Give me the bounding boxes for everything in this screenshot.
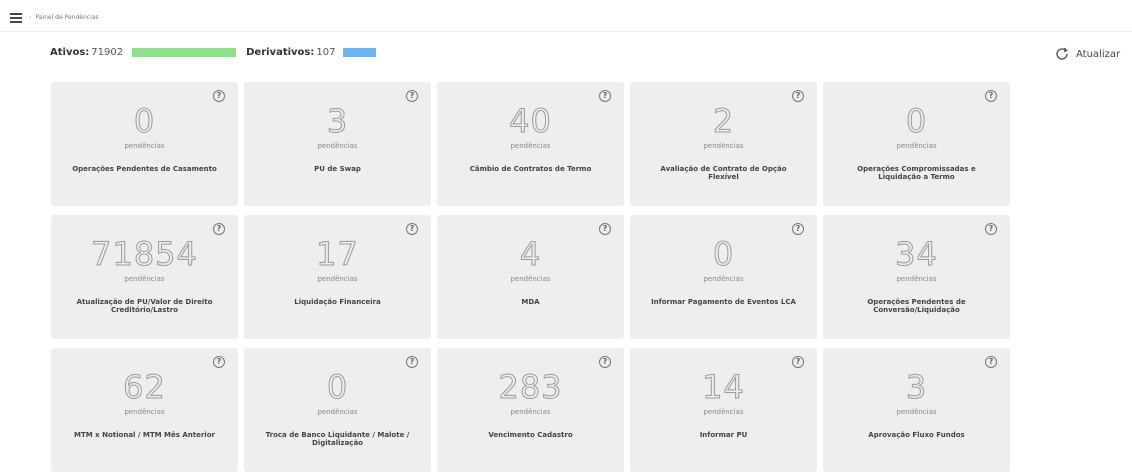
pending-card[interactable]: ? 0 pendências Troca de Banco Liquidante / … — [244, 348, 431, 472]
pending-card[interactable]: ? 14 pendências Informar PU — [630, 348, 817, 472]
refresh-icon — [1056, 47, 1068, 60]
pending-count: 0 — [326, 368, 349, 406]
pending-label: pendências — [510, 408, 551, 416]
refresh-label: Atualizar — [1076, 48, 1121, 60]
pending-label: pendências — [703, 275, 744, 283]
card-title: Avaliação de Contrato de Opção Flexível — [660, 165, 787, 181]
card-title: MDA — [521, 298, 540, 306]
pending-count: 71854 — [91, 235, 198, 273]
pending-label: pendências — [896, 142, 937, 150]
pending-count: 4 — [519, 235, 542, 273]
help-icon[interactable]: ? — [599, 90, 611, 102]
pending-label: pendências — [124, 408, 165, 416]
derivativos-label: Derivativos: — [246, 47, 315, 58]
pending-label: pendências — [317, 275, 358, 283]
pending-count: 0 — [133, 102, 156, 140]
pending-label: pendências — [703, 142, 744, 150]
card-title: Informar PU — [699, 431, 748, 439]
ativos-bar — [132, 48, 237, 57]
pending-card[interactable]: ? 283 pendências Vencimento Cadastro — [437, 348, 624, 472]
pending-card[interactable]: ? 0 pendências Operações Compromissadas e L… — [823, 82, 1010, 206]
help-icon[interactable]: ? — [792, 223, 804, 235]
help-icon[interactable]: ? — [213, 90, 225, 102]
pending-card[interactable]: ? 0 pendências Operações Pendentes de Casam… — [51, 82, 238, 206]
pending-card[interactable]: ? 40 pendências Câmbio de Contratos de Term… — [437, 82, 624, 206]
pending-card[interactable]: ? 17 pendências Liquidação Financeira — [244, 215, 431, 339]
pending-card[interactable]: ? 62 pendências MTM x Notional / MTM Mês An… — [51, 348, 238, 472]
pending-label: pendências — [896, 275, 937, 283]
pending-label: pendências — [703, 408, 744, 416]
card-title: Vencimento Cadastro — [488, 431, 573, 439]
pending-card[interactable]: ? 3 pendências PU de Swap — [244, 82, 431, 206]
help-icon[interactable]: ? — [985, 223, 997, 235]
card-title: Troca de Banco Liquidante / Malote / Dig… — [265, 431, 410, 447]
pending-label: pendências — [317, 408, 358, 416]
derivativos-value: 107 — [316, 47, 336, 58]
help-icon[interactable]: ? — [792, 90, 804, 102]
pending-card[interactable]: ? 3 pendências Aprovação Fluxo Fundos — [823, 348, 1010, 472]
pending-card[interactable]: ? 71854 pendências Atualização de PU/Valor … — [51, 215, 238, 339]
pending-label: pendências — [124, 275, 165, 283]
pending-count: 62 — [123, 368, 166, 406]
help-icon[interactable]: ? — [599, 223, 611, 235]
ativos-value: 71902 — [91, 47, 124, 58]
card-title: MTM x Notional / MTM Mês Anterior — [74, 431, 215, 439]
help-icon[interactable]: ? — [792, 356, 804, 368]
help-icon[interactable]: ? — [406, 90, 418, 102]
help-icon[interactable]: ? — [406, 223, 418, 235]
pending-label: pendências — [896, 408, 937, 416]
card-title: Informar Pagamento de Eventos LCA — [651, 298, 796, 306]
help-icon[interactable]: ? — [985, 356, 997, 368]
pending-label: pendências — [510, 275, 551, 283]
card-title: Operações Pendentes de Casamento — [72, 165, 217, 173]
help-icon[interactable]: ? — [213, 223, 225, 235]
hamburger-menu-icon[interactable] — [10, 13, 22, 23]
card-title: Aprovação Fluxo Fundos — [868, 431, 965, 439]
pending-card[interactable]: ? 34 pendências Operações Pendentes de Conv… — [823, 215, 1010, 339]
breadcrumb-separator-icon: › — [29, 14, 32, 21]
card-title: Liquidação Financeira — [294, 298, 381, 306]
pending-count: 17 — [316, 235, 359, 273]
help-icon[interactable]: ? — [406, 356, 418, 368]
top-bar: › Painel de Pendências — [0, 0, 1132, 30]
card-title: Operações Pendentes de Conversão/Liquida… — [867, 298, 966, 314]
pending-count: 3 — [326, 102, 349, 140]
breadcrumb-item[interactable]: Painel de Pendências — [35, 14, 98, 21]
card-title: Atualização de PU/Valor de Direito Credi… — [76, 298, 213, 314]
help-icon[interactable]: ? — [985, 90, 997, 102]
card-title: Operações Compromissadas e Liquidação a … — [857, 165, 976, 181]
pending-card[interactable]: ? 0 pendências Informar Pagamento de Evento… — [630, 215, 817, 339]
help-icon[interactable]: ? — [213, 356, 225, 368]
help-icon[interactable]: ? — [599, 356, 611, 368]
pending-count: 0 — [712, 235, 735, 273]
pending-label: pendências — [124, 142, 165, 150]
pending-count: 283 — [498, 368, 563, 406]
card-title: Câmbio de Contratos de Termo — [469, 165, 592, 173]
pending-card[interactable]: ? 2 pendências Avaliação de Contrato de Opç… — [630, 82, 817, 206]
pending-label: pendências — [317, 142, 358, 150]
breadcrumb: › Painel de Pendências — [29, 14, 99, 21]
divider — [0, 31, 1132, 32]
pending-cards-grid: ? 0 pendências Operações Pendentes de Casam… — [51, 82, 1010, 472]
pending-count: 0 — [905, 102, 928, 140]
pending-label: pendências — [510, 142, 551, 150]
pending-card[interactable]: ? 4 pendências MDA — [437, 215, 624, 339]
pending-count: 2 — [712, 102, 735, 140]
pending-count: 34 — [895, 235, 938, 273]
ativos-label: Ativos: — [50, 47, 90, 58]
pending-count: 3 — [905, 368, 928, 406]
pending-count: 14 — [702, 368, 745, 406]
card-title: PU de Swap — [314, 165, 361, 173]
derivativos-bar — [343, 48, 377, 57]
refresh-button[interactable]: Atualizar — [1054, 46, 1120, 62]
pending-count: 40 — [509, 102, 552, 140]
stats-summary: Ativos: 71902 Derivativos: 107 — [50, 47, 377, 58]
